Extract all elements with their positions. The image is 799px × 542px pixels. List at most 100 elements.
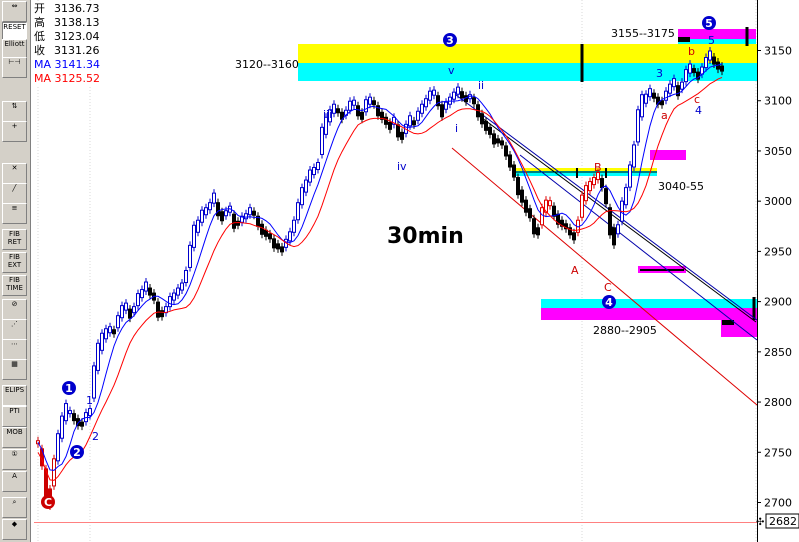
candle-body (192, 224, 196, 248)
zoom-icon[interactable]: ⌕ (2, 497, 27, 518)
candle-body (188, 244, 192, 268)
fan-lines-icon[interactable]: ⋰ (2, 319, 27, 340)
fib-ret-button-label: FIB RET (7, 230, 22, 246)
close-x-icon[interactable]: ✕ (2, 163, 27, 184)
candle-body (420, 103, 424, 114)
wave-count-icon[interactable]: ① (2, 449, 27, 470)
candle-body (372, 100, 376, 106)
wave-label-6: 1 (86, 394, 93, 407)
price-tick-label-5: 2950 (764, 245, 792, 258)
candle-body (72, 413, 76, 422)
wave-label-9: ii (478, 79, 484, 92)
candle-body (652, 92, 656, 99)
candle-body (132, 306, 136, 314)
candle-body (648, 88, 652, 98)
candle-body (492, 133, 496, 145)
candle-body (208, 202, 212, 211)
wave-circle-label-1: 1 (65, 382, 73, 395)
candle-body (104, 328, 108, 340)
candle-body (272, 238, 276, 249)
candle-body (204, 207, 208, 216)
wave-label-20: B (594, 161, 602, 174)
mob-button[interactable]: MOB (2, 427, 27, 448)
fib-time-button[interactable]: FIB TIME (2, 275, 27, 296)
wave-label-21: C (604, 281, 612, 294)
ohlc-high-row: 高 3138.13 (34, 16, 108, 30)
fib-fan-icon[interactable]: ⊘ (2, 299, 27, 320)
candle-body (396, 124, 400, 138)
fib-fan-icon-label: ⊘ (11, 300, 18, 308)
candle-body (684, 69, 688, 83)
candle-body (488, 126, 492, 135)
eraser-icon[interactable]: ◆ (2, 519, 27, 540)
wave-label-16: a (661, 109, 668, 122)
candle-body (540, 207, 544, 226)
candle-body (160, 310, 164, 318)
candle-body (428, 90, 432, 101)
crosshair-icon[interactable]: + (2, 121, 27, 142)
candle-body (512, 164, 516, 178)
current-low-marker: ✣ (756, 517, 764, 528)
candle-body (352, 99, 356, 106)
candle-body (628, 164, 632, 188)
current-low-label: 2682 (769, 515, 797, 528)
candle-body (136, 293, 140, 307)
grid-icon-label: ▦ (11, 360, 18, 368)
candle-body (176, 287, 180, 296)
price-chart[interactable]: 3120--3160 3155--3175 3040-55 2880--2905 30m… (0, 0, 799, 542)
wave-ticks-icon[interactable]: ⊢⊣ (2, 57, 27, 78)
text-tool-button[interactable]: A (2, 471, 27, 492)
ohlc-open-value: 3136.73 (54, 2, 100, 15)
fib-ret-button[interactable]: FIB RET (2, 229, 27, 250)
wave-circle-label-2: 2 (73, 446, 81, 459)
price-tick-label-0: 2700 (764, 497, 792, 510)
ellipse-button[interactable]: ELIPS (2, 385, 27, 406)
candle-body (332, 103, 336, 114)
wave-flags-icon[interactable]: ⇅ (2, 101, 27, 122)
candle-body (200, 209, 204, 223)
candle-body (280, 246, 284, 253)
candle-body (236, 220, 240, 226)
candle-body (536, 227, 540, 236)
candle-body (636, 109, 640, 143)
wave-label-13: 3 (656, 67, 663, 80)
candle-body (60, 415, 64, 439)
grid-icon[interactable]: ▦ (2, 359, 27, 380)
speed-lines-icon[interactable]: ⋯ (2, 339, 27, 360)
candle-body (692, 68, 696, 74)
zoom-fit-icon[interactable]: ⇔ (2, 1, 27, 22)
candle-body (96, 342, 100, 371)
wave-label-11: iv (397, 160, 407, 173)
candle-body (52, 458, 56, 487)
candle-body (616, 224, 620, 235)
candle-body (484, 120, 488, 131)
candle-body (400, 131, 404, 140)
candle-body (708, 50, 712, 61)
candle-body (212, 192, 216, 204)
channel-icon[interactable]: ≡ (2, 203, 27, 224)
wave-label-10: iii (323, 108, 332, 121)
candle-body (412, 120, 416, 126)
candle-body (356, 105, 360, 117)
wave-circle-label-0: C (44, 496, 52, 509)
fib-time-button-label: FIB TIME (6, 276, 23, 292)
trendline-icon[interactable]: ╱ (2, 183, 27, 204)
fan-lines-icon-label: ⋰ (11, 320, 18, 328)
price-tick-label-2: 2800 (764, 396, 792, 409)
price-tick-label-9: 3150 (764, 45, 792, 58)
wave-label-19: A (571, 264, 579, 277)
wave-label-8: i (455, 122, 458, 135)
candle-body (416, 110, 420, 121)
price-tick-label-3: 2850 (764, 346, 792, 359)
candle-body (180, 282, 184, 291)
pti-button[interactable]: PTI (2, 406, 27, 427)
candle-body (548, 200, 552, 207)
candle-body (80, 421, 84, 427)
candle-body (688, 63, 692, 74)
ma-fast-label: MA (34, 58, 52, 71)
candle-body (348, 100, 352, 111)
candle-body (520, 189, 524, 203)
fib-ext-button[interactable]: FIB EXT (2, 252, 27, 273)
crosshair-icon-label: + (11, 122, 18, 130)
elliott-button-label: Elliott (4, 40, 25, 48)
